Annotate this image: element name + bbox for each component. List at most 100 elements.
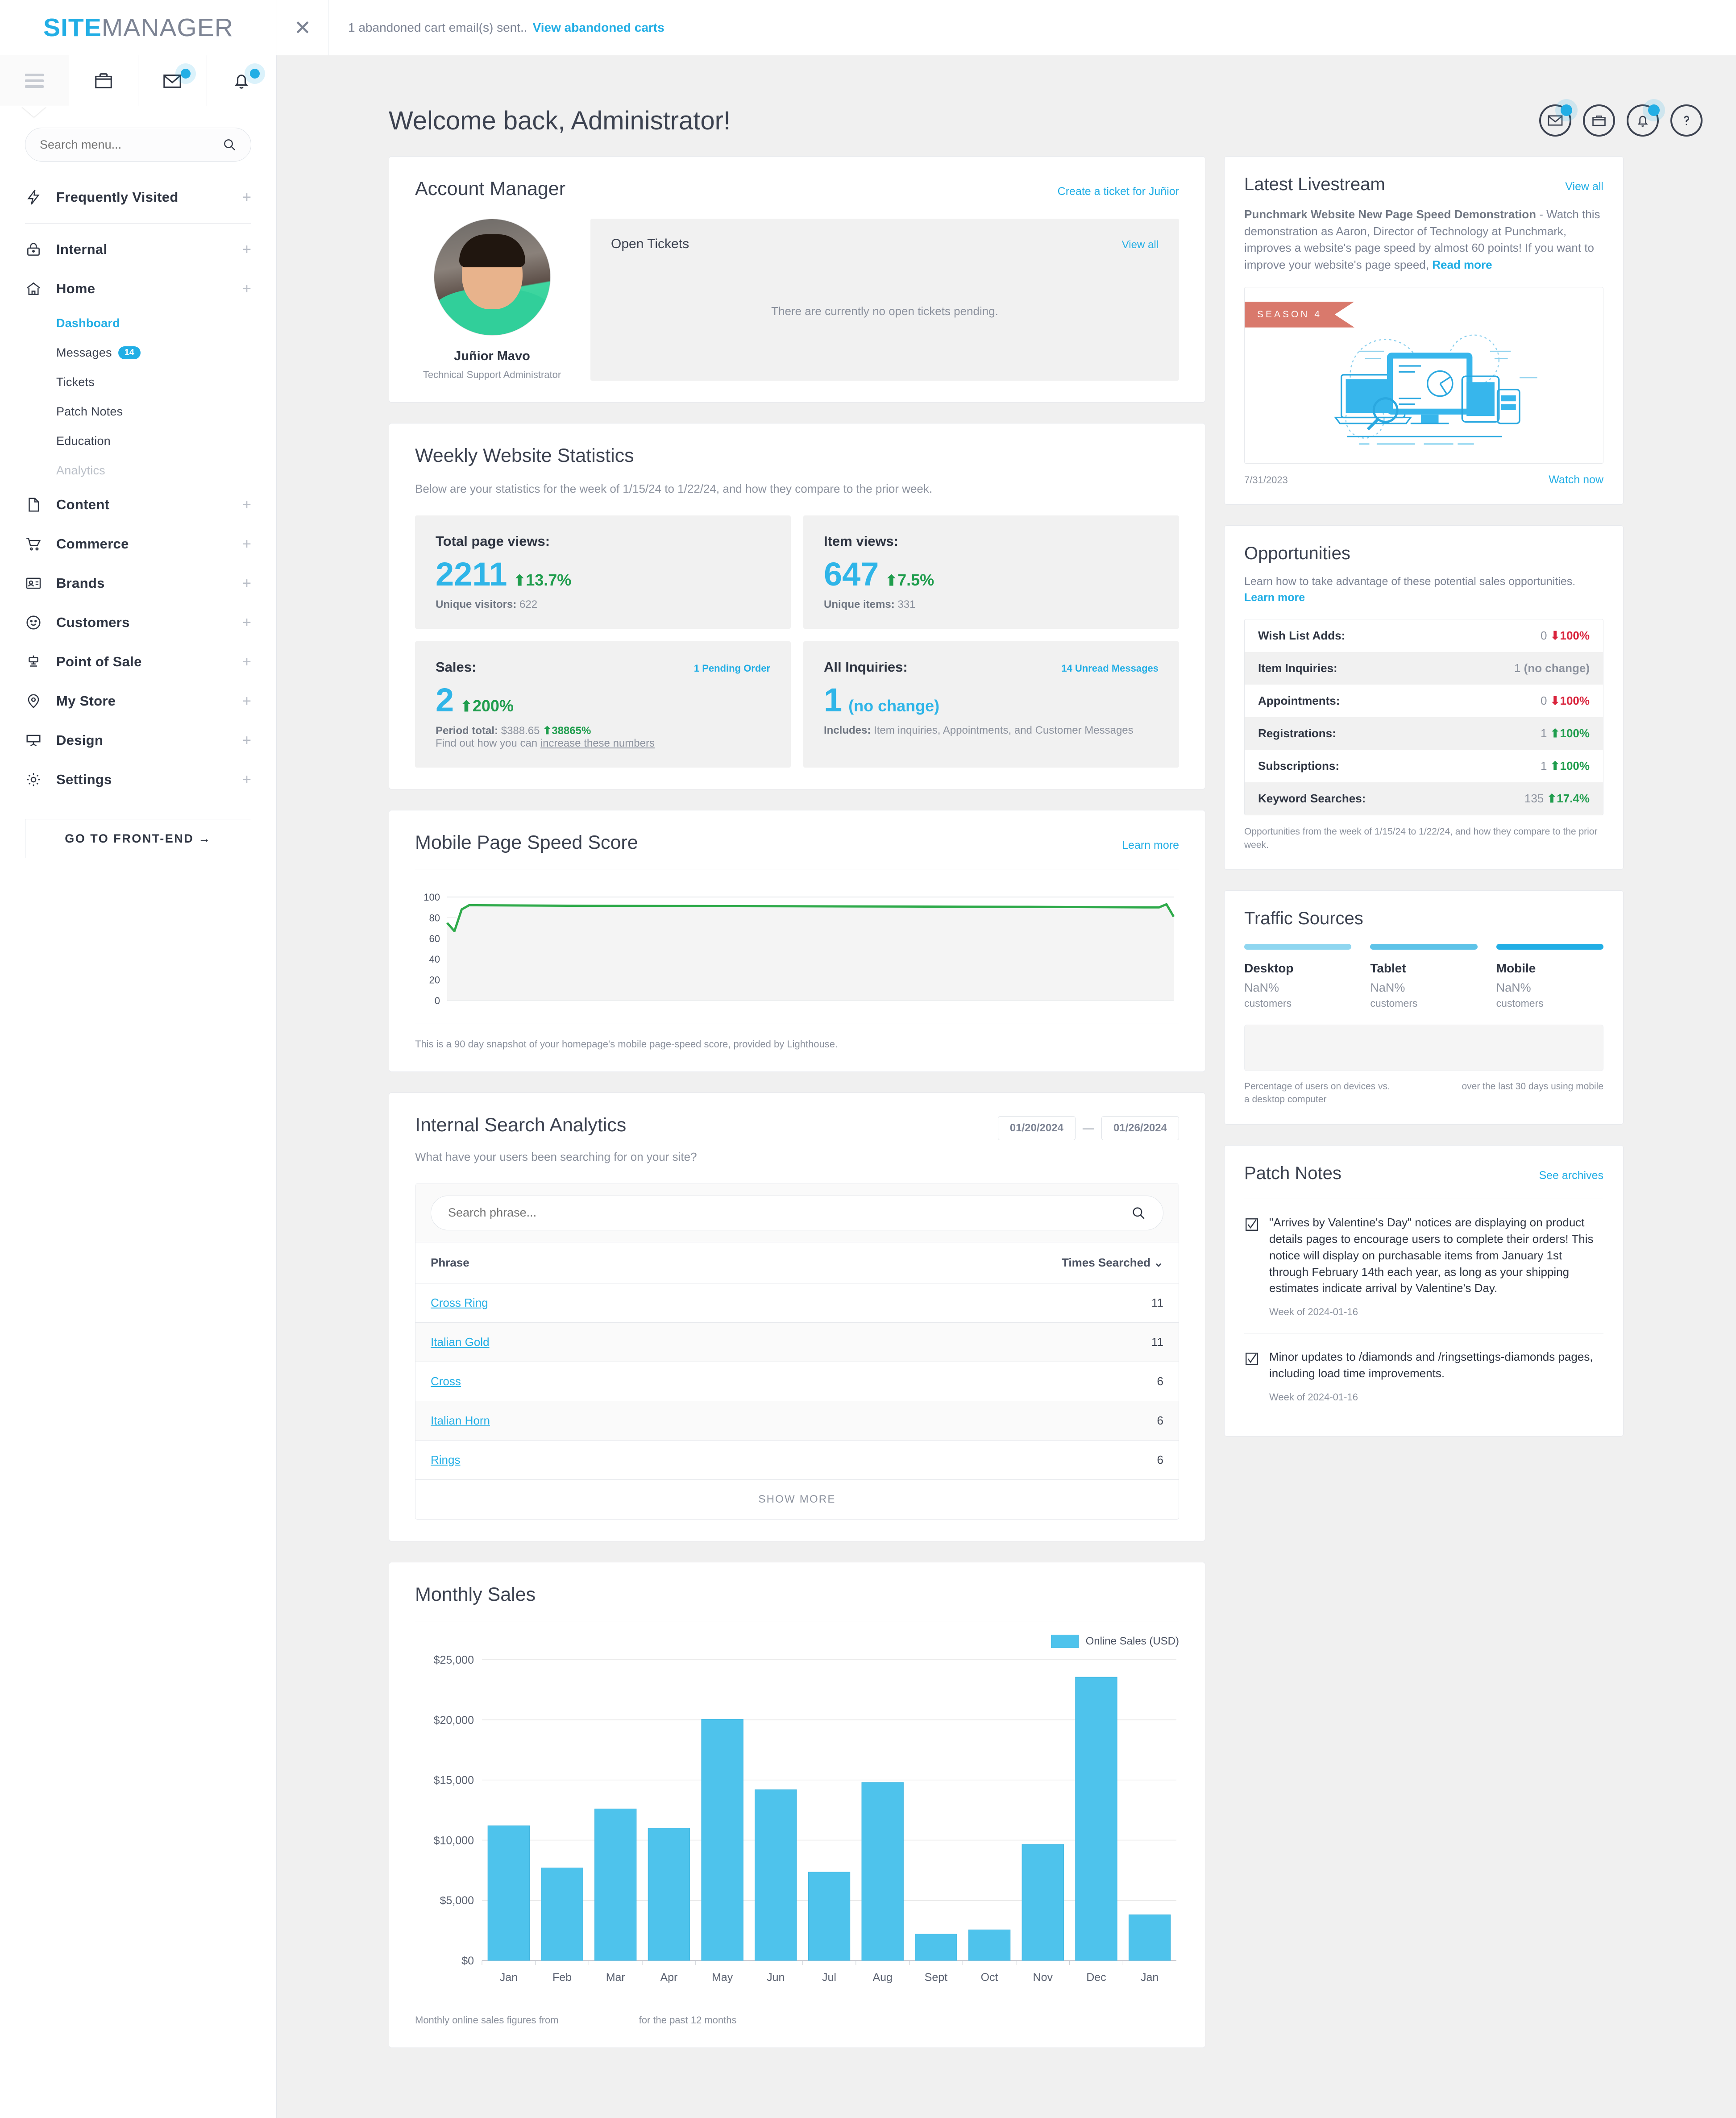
sidebar-item-home[interactable]: Home + [0,269,276,308]
sidebar-item-design[interactable]: Design + [0,721,276,760]
traffic-note-right: over the last 30 days using mobile [1462,1080,1603,1106]
search-phrase-field[interactable] [431,1196,1163,1230]
sidebar-item-brands[interactable]: Brands + [0,564,276,603]
date-from-input[interactable]: 01/20/2024 [998,1116,1076,1140]
phrase-link[interactable]: Italian Gold [431,1335,490,1349]
patch-note-item: "Arrives by Valentine's Day" notices are… [1244,1199,1603,1333]
sidebar-item-customers[interactable]: Customers + [0,603,276,642]
sidebar-item-internal[interactable]: Internal + [0,230,276,269]
stat-value: 2211 [436,556,507,593]
view-abandoned-carts-link[interactable]: View abandoned carts [533,21,664,35]
expand-icon[interactable]: + [242,693,251,710]
opportunity-row: Keyword Searches:135 ⬆17.4% [1245,782,1603,815]
close-icon[interactable]: ✕ [277,0,328,55]
sidebar-item-education[interactable]: Education [0,426,276,456]
expand-icon[interactable]: + [242,575,251,592]
date-to-input[interactable]: 01/26/2024 [1101,1116,1179,1140]
id-card-icon [25,575,56,592]
search-phrase-input[interactable] [448,1206,1131,1220]
expand-icon[interactable]: + [242,241,251,258]
watch-now-link[interactable]: Watch now [1549,473,1603,486]
help-icon[interactable] [1670,104,1703,137]
opportunity-delta: ⬇100% [1550,694,1590,707]
livestream-thumbnail[interactable]: SEASON 4 [1244,287,1603,464]
go-to-front-end-button[interactable]: GO TO FRONT-END → [25,819,251,858]
column-header-times-searched[interactable]: Times Searched ⌄ [724,1242,1179,1283]
sidebar-item-tickets[interactable]: Tickets [0,367,276,397]
envelope-icon[interactable] [138,55,208,106]
envelope-icon[interactable] [1539,104,1571,137]
stat-foot-value: $388.65 [501,725,540,737]
briefcase-icon[interactable] [1583,104,1615,137]
bell-icon[interactable] [1627,104,1659,137]
expand-icon[interactable]: + [242,614,251,631]
sidebar-item-analytics[interactable]: Analytics [0,456,276,485]
opportunity-row: Appointments:0 ⬇100% [1245,685,1603,717]
sidebar-item-settings[interactable]: Settings + [0,760,276,799]
opportunities-learn-more-link[interactable]: Learn more [1244,591,1305,604]
page-header: Welcome back, Administrator! [277,55,1736,137]
account-manager-card: Account Manager Create a ticket for Juñi… [389,156,1205,403]
messages-badge: 14 [118,346,141,359]
traffic-name: Mobile [1496,961,1603,976]
unread-messages-link[interactable]: 14 Unread Messages [1061,663,1159,674]
livestream-headline: Punchmark Website New Page Speed Demonst… [1244,208,1536,221]
see-archives-link[interactable]: See archives [1539,1169,1603,1182]
column-header-phrase[interactable]: Phrase [415,1242,724,1283]
view-all-livestreams-link[interactable]: View all [1565,180,1603,193]
view-all-tickets-link[interactable]: View all [1122,239,1159,251]
increase-numbers-link[interactable]: increase these numbers [540,737,655,749]
phrase-link[interactable]: Rings [431,1453,460,1466]
expand-icon[interactable]: + [242,653,251,671]
show-more-button[interactable]: SHOW MORE [415,1480,1179,1519]
sidebar-item-frequently-visited[interactable]: Frequently Visited + [0,178,276,217]
x-tick-label: Feb [552,1971,572,1984]
sidebar-item-my-store[interactable]: My Store + [0,681,276,721]
sidebar-item-point-of-sale[interactable]: Point of Sale + [0,642,276,681]
phrase-cell: Cross Ring [415,1283,724,1322]
search-menu-input[interactable] [40,138,222,152]
create-ticket-link[interactable]: Create a ticket for Juñior [1058,185,1179,198]
sidebar-item-patch-notes[interactable]: Patch Notes [0,397,276,426]
pin-icon [25,693,56,710]
opportunity-value-group: 0 ⬇100% [1541,629,1590,643]
sidebar-item-content[interactable]: Content + [0,485,276,524]
logo-site: SITE [43,13,102,42]
legend-label: Online Sales (USD) [1086,1635,1179,1648]
cart-icon [25,536,56,552]
opportunity-value: 0 [1541,629,1547,642]
expand-icon[interactable]: + [242,771,251,789]
sidebar-item-commerce[interactable]: Commerce + [0,524,276,564]
learn-more-link[interactable]: Learn more [1122,839,1179,852]
expand-icon[interactable]: + [242,189,251,206]
expand-icon[interactable]: + [242,732,251,749]
read-more-link[interactable]: Read more [1432,258,1492,271]
phrase-link[interactable]: Cross Ring [431,1296,488,1309]
app-logo[interactable]: SITEMANAGER [0,0,277,55]
page-speed-chart: 020406080100 [415,890,1179,1019]
expand-icon[interactable]: + [242,536,251,553]
phrase-link[interactable]: Italian Horn [431,1414,490,1427]
search-icon [222,137,237,152]
opportunities-note: Opportunities from the week of 1/15/24 t… [1244,825,1603,851]
table-row: Cross6 [415,1362,1179,1401]
phrase-link[interactable]: Cross [431,1375,461,1388]
avatar [434,219,551,336]
menu-toggle-button[interactable] [0,55,69,106]
expand-icon[interactable]: + [242,496,251,514]
sidebar-label: Customers [56,615,242,631]
x-tick-label: May [712,1971,733,1984]
account-manager-role: Technical Support Administrator [423,369,561,381]
stat-delta: 7.5% [897,571,934,589]
traffic-sources-card: Traffic Sources DesktopNaN% customersTab… [1224,890,1624,1125]
sidebar-item-dashboard[interactable]: Dashboard [0,308,276,338]
bell-icon[interactable] [207,55,276,106]
expand-icon[interactable]: + [242,280,251,298]
table-row: Cross Ring11 [415,1283,1179,1322]
home-icon [25,280,56,297]
pending-order-link[interactable]: 1 Pending Order [694,663,770,674]
opportunity-label: Subscriptions: [1258,759,1339,773]
sidebar-item-messages[interactable]: Messages 14 [0,338,276,367]
search-menu-field[interactable] [25,128,251,162]
briefcase-icon[interactable] [69,55,138,106]
